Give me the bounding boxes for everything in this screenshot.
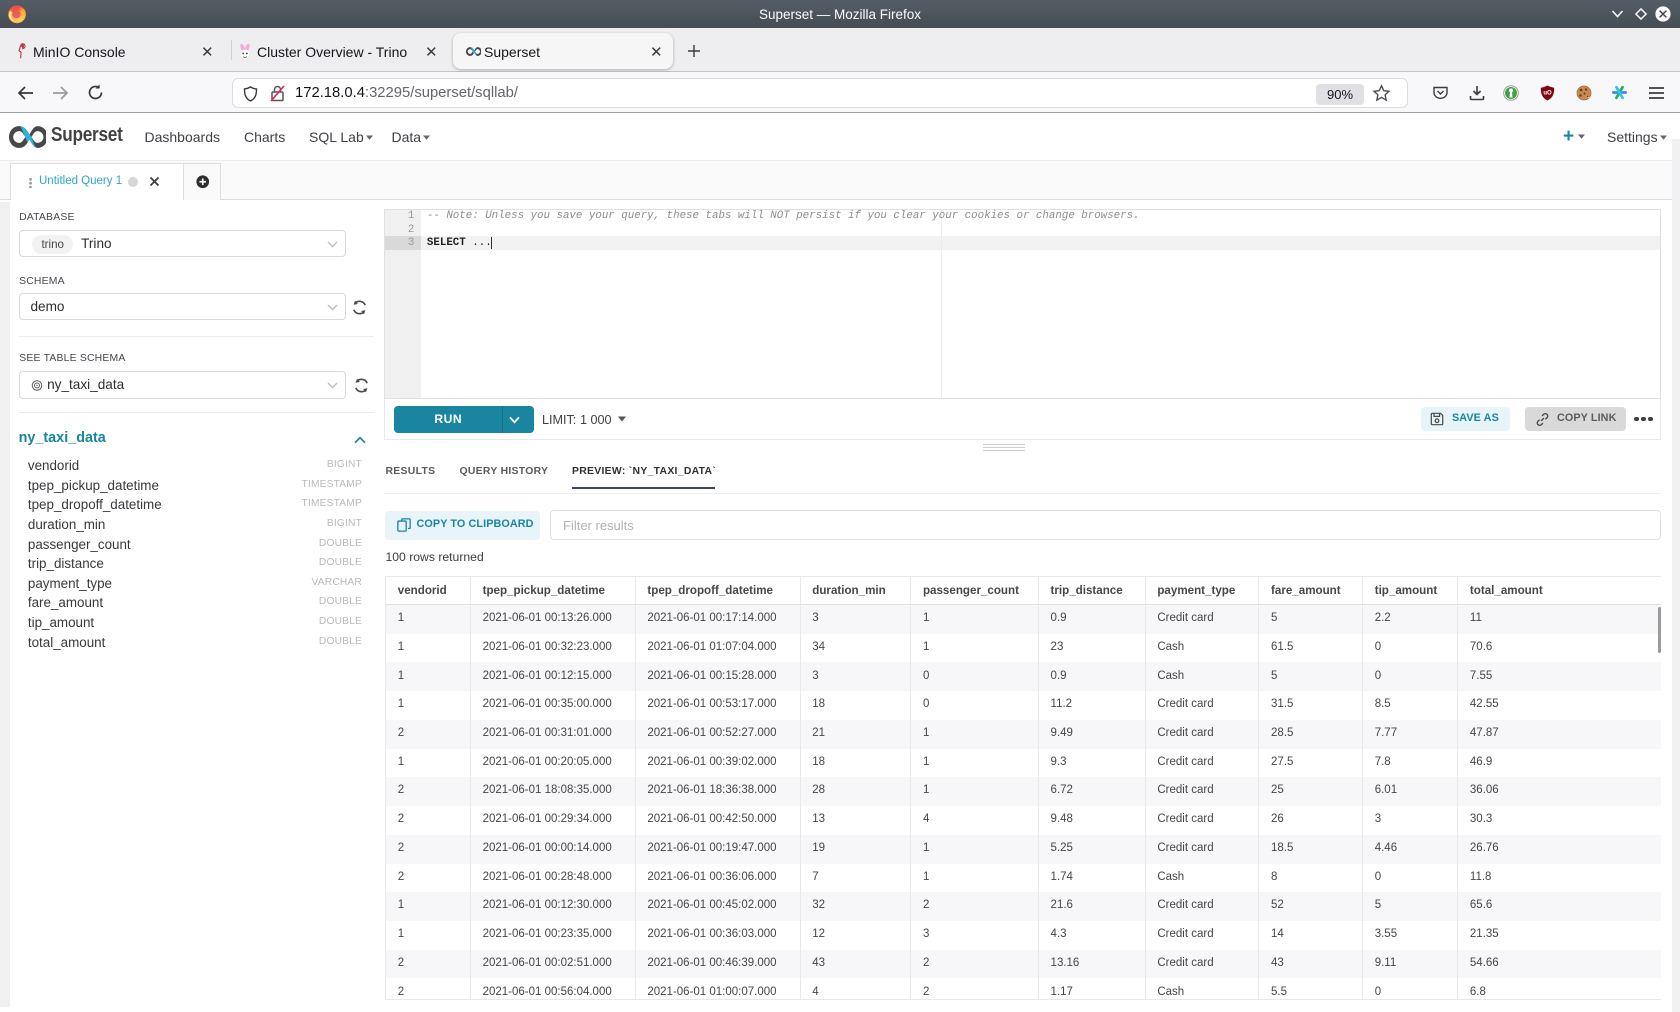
svg-text:uO: uO: [1543, 91, 1552, 97]
